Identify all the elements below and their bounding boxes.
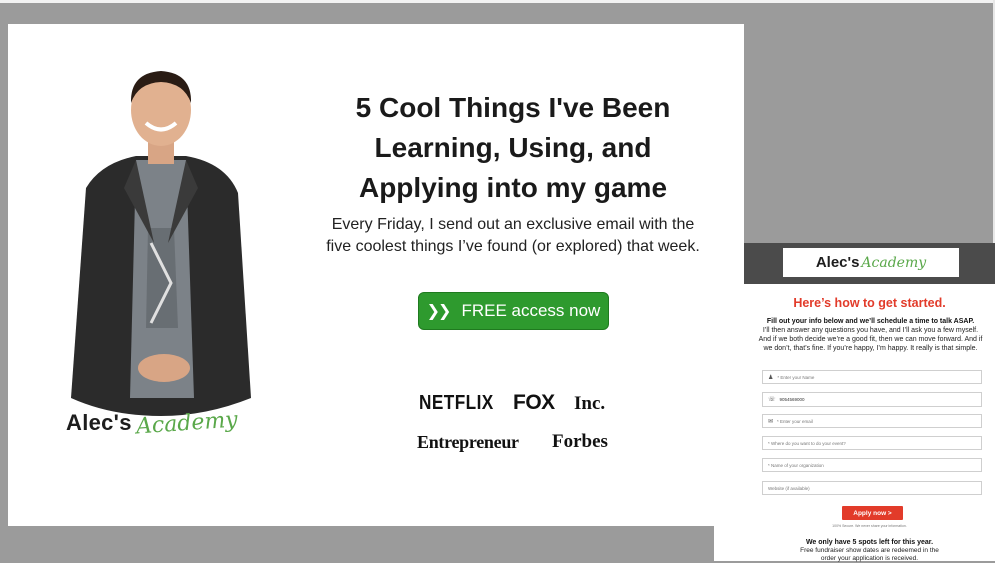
signup-title: Here’s how to get started. — [793, 296, 946, 310]
double-chevron-right-icon: ❯❯ — [426, 303, 452, 320]
email-field[interactable]: ✉ * Enter your email — [762, 414, 982, 428]
popup-subtext: Every Friday, I send out an exclusive em… — [326, 216, 700, 255]
presenter-photo — [71, 71, 251, 416]
spots-title: We only have 5 spots left for this year. — [805, 539, 934, 546]
signup-intro-body: I’ll then answer any questions you have,… — [758, 327, 983, 352]
envelope-icon: ✉ — [768, 418, 774, 425]
brand-name: Alec's — [66, 410, 132, 435]
organization-field[interactable]: * Name of your organization — [762, 458, 982, 472]
privacy-note: 100% Secure. We never share your informa… — [832, 524, 907, 528]
entrepreneur-logo: Entrepreneur — [417, 432, 519, 452]
phone-icon: ☏ — [768, 397, 776, 403]
signup-brand-logo[interactable]: Alec's Academy — [783, 248, 959, 277]
page-background-panel — [714, 526, 744, 561]
forbes-logo: Forbes — [552, 431, 608, 452]
email-placeholder: * Enter your email — [777, 418, 813, 424]
brand-logo: Alec's Academy — [66, 407, 286, 442]
top-border — [0, 0, 995, 3]
brand-script: Academy — [135, 407, 239, 440]
apply-now-button[interactable]: Apply now > — [842, 506, 903, 520]
event-placeholder: * Where do you want to do your event? — [768, 440, 846, 446]
signup-brand-name: Alec's — [815, 254, 860, 271]
popup-headline: 5 Cool Things I've Been Learning, Using,… — [355, 92, 671, 203]
fox-logo: FOX — [513, 391, 555, 414]
person-icon: ♟ — [768, 374, 774, 381]
org-placeholder: * Name of your organization — [768, 462, 824, 468]
website-placeholder: Website (if available) — [768, 485, 810, 491]
promo-popup: Alec's Academy 5 Cool Things I've Been L… — [8, 24, 744, 526]
free-access-button[interactable]: ❯❯ FREE access now — [418, 292, 609, 330]
inc-logo: Inc. — [574, 393, 606, 414]
signup-intro-bold: Fill out your info below and we’ll sched… — [766, 318, 975, 325]
signup-brand-script: Academy — [861, 254, 927, 271]
free-access-label: FREE access now — [461, 301, 601, 320]
netflix-logo: NETFLIX — [419, 392, 494, 414]
event-location-field[interactable]: * Where do you want to do your event? — [762, 436, 982, 450]
name-placeholder: * Enter your Name — [777, 374, 815, 380]
website-field[interactable]: Website (if available) — [762, 481, 982, 495]
name-field[interactable]: ♟ * Enter your Name — [762, 370, 982, 384]
phone-value: 9054569000 — [779, 397, 805, 402]
signup-form-panel: Here’s how to get started. Fill out your… — [744, 284, 995, 562]
phone-field[interactable]: ☏ 9054569000 — [762, 392, 982, 407]
